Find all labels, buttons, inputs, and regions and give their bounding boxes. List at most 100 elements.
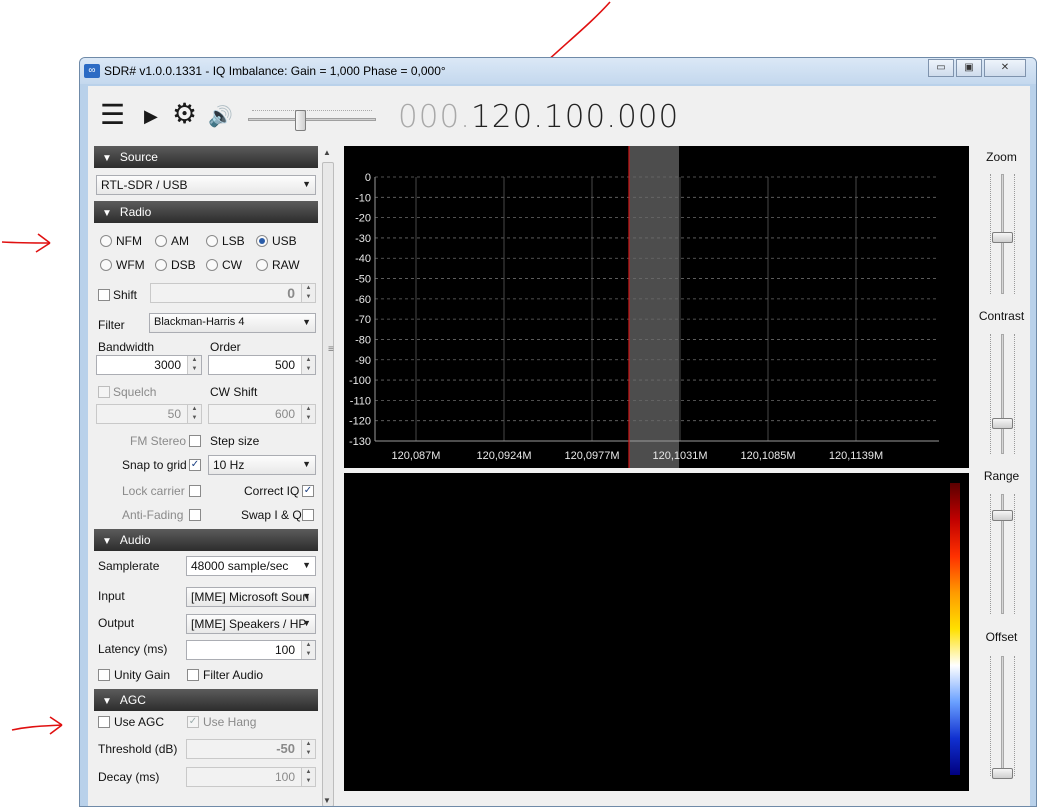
snap-checkbox[interactable]: ✓ xyxy=(189,459,201,471)
spectrum-y-tick-label: -120 xyxy=(349,416,371,428)
scroll-down-icon[interactable]: ▼ xyxy=(323,796,331,805)
chevron-down-icon: ▼ xyxy=(302,591,311,601)
correctiq-checkbox[interactable]: ✓ xyxy=(302,485,314,497)
contrast-track[interactable] xyxy=(1001,334,1004,454)
sdr-window: ∞ SDR# v1.0.0.1331 - IQ Imbalance: Gain … xyxy=(79,57,1037,807)
shift-field[interactable]: 0 ▲ ▼ xyxy=(150,283,316,303)
decay-field[interactable]: 100 ▲ ▼ xyxy=(186,767,316,787)
filteraudio-checkbox[interactable] xyxy=(187,669,199,681)
panel-scrollbar[interactable]: ▲ ▼ xyxy=(320,146,336,806)
spectrum-analyzer[interactable]: 0 -10 -20 -30 -40 -50 -60 -70 -80 -90 -100 -110 -120… xyxy=(344,146,969,468)
mode-radio-raw[interactable] xyxy=(256,259,268,271)
antifading-label: Anti-Fading xyxy=(122,508,184,522)
source-header[interactable]: ▼ Source xyxy=(94,146,318,168)
offset-slider-knob[interactable] xyxy=(992,768,1013,779)
collapse-triangle-icon: ▼ xyxy=(102,696,112,707)
spectrum-x-tick-label: 120,0924M xyxy=(476,450,531,462)
shift-checkbox[interactable] xyxy=(98,289,110,301)
offset-track[interactable] xyxy=(1001,656,1004,776)
annotation-arrow-radio xyxy=(1,233,51,253)
collapse-triangle-icon: ▼ xyxy=(102,536,112,547)
waterfall-color-scale xyxy=(950,483,960,775)
antifading-checkbox[interactable] xyxy=(189,509,201,521)
range-slider-knob[interactable] xyxy=(992,510,1013,521)
minimize-button[interactable]: ▭ xyxy=(928,59,954,77)
lockcarrier-checkbox[interactable] xyxy=(189,485,201,497)
contrast-slider-knob[interactable] xyxy=(992,418,1013,429)
samplerate-select-value: 48000 sample/sec xyxy=(191,559,289,573)
spectrum-x-tick-label: 120,1139M xyxy=(829,450,883,462)
latency-field[interactable]: 100 ▲ ▼ xyxy=(186,640,316,660)
mode-radio-cw[interactable] xyxy=(206,259,218,271)
waterfall-display[interactable] xyxy=(344,473,969,791)
cwshift-field[interactable]: 600 ▲ ▼ xyxy=(208,404,316,424)
spinner-arrows-icon[interactable]: ▲ ▼ xyxy=(301,356,315,374)
zoom-slider-knob[interactable] xyxy=(992,232,1013,243)
mode-radio-wfm[interactable] xyxy=(100,259,112,271)
order-label: Order xyxy=(210,340,241,354)
spinner-arrows-icon[interactable]: ▲ ▼ xyxy=(187,405,201,423)
volume-slider-knob[interactable] xyxy=(295,110,306,131)
mode-radio-nfm[interactable] xyxy=(100,235,112,247)
agc-header[interactable]: ▼ AGC xyxy=(94,689,318,711)
decay-value: 100 xyxy=(274,770,295,784)
gear-icon[interactable]: ⚙ xyxy=(172,100,197,128)
filter-select[interactable]: Blackman-Harris 4 ▼ xyxy=(149,313,316,333)
audio-header[interactable]: ▼ Audio xyxy=(94,529,318,551)
spinner-arrows-icon[interactable]: ▲ ▼ xyxy=(301,284,315,302)
play-icon[interactable]: ▶ xyxy=(144,106,158,127)
threshold-field[interactable]: -50 ▲ ▼ xyxy=(186,739,316,759)
speaker-icon[interactable]: 🔊 xyxy=(208,104,233,129)
useagc-checkbox[interactable] xyxy=(98,716,110,728)
spinner-arrows-icon[interactable]: ▲ ▼ xyxy=(301,405,315,423)
spectrum-y-tick-label: -70 xyxy=(355,314,371,326)
menu-icon[interactable]: ☰ xyxy=(100,101,125,129)
maximize-button[interactable]: ▣ xyxy=(956,59,982,77)
cwshift-label: CW Shift xyxy=(210,385,258,399)
input-select-value: [MME] Microsoft Soun xyxy=(191,590,310,604)
frequency-display[interactable]: 000.120.100.000 xyxy=(398,99,679,135)
usehang-checkbox[interactable]: ✓ xyxy=(187,716,199,728)
input-select[interactable]: [MME] Microsoft Soun ▼ xyxy=(186,587,316,607)
volume-slider[interactable] xyxy=(248,110,376,132)
output-select-value: [MME] Speakers / HP xyxy=(191,617,307,631)
samplerate-select[interactable]: 48000 sample/sec ▼ xyxy=(186,556,316,576)
source-select[interactable]: RTL-SDR / USB ▼ xyxy=(96,175,316,195)
spectrum-x-tick-label: 120,1085M xyxy=(740,450,795,462)
mode-radio-usb[interactable] xyxy=(256,235,268,247)
squelch-field[interactable]: 50 ▲ ▼ xyxy=(96,404,202,424)
mode-label-nfm: NFM xyxy=(116,234,142,248)
mode-radio-lsb[interactable] xyxy=(206,235,218,247)
radio-header-label: Radio xyxy=(119,205,152,219)
spinner-arrows-icon[interactable]: ▲ ▼ xyxy=(301,740,315,758)
order-field[interactable]: 500 ▲ ▼ xyxy=(208,355,316,375)
splitter-grip-icon[interactable]: ≡ xyxy=(328,344,334,355)
scroll-up-icon[interactable]: ▲ xyxy=(323,148,331,157)
cwshift-value: 600 xyxy=(274,407,295,421)
close-button[interactable]: ✕ xyxy=(984,59,1026,77)
mode-radio-am[interactable] xyxy=(155,235,167,247)
fmstereo-checkbox[interactable] xyxy=(189,435,201,447)
stepsize-select[interactable]: 10 Hz ▼ xyxy=(208,455,316,475)
spectrum-plot[interactable]: 0 -10 -20 -30 -40 -50 -60 -70 -80 -90 -100 -110 -120… xyxy=(344,146,969,468)
radio-header[interactable]: ▼ Radio xyxy=(94,201,318,223)
collapse-triangle-icon: ▼ xyxy=(102,153,112,164)
output-select[interactable]: [MME] Speakers / HP ▼ xyxy=(186,614,316,634)
bandwidth-value: 3000 xyxy=(154,358,181,372)
bandwidth-field[interactable]: 3000 ▲ ▼ xyxy=(96,355,202,375)
filteraudio-label: Filter Audio xyxy=(203,668,264,682)
shift-value: 0 xyxy=(287,285,295,301)
mode-radio-dsb[interactable] xyxy=(155,259,167,271)
squelch-checkbox[interactable] xyxy=(98,386,110,398)
swapiq-checkbox[interactable] xyxy=(302,509,314,521)
spinner-arrows-icon[interactable]: ▲ ▼ xyxy=(301,641,315,659)
unitygain-checkbox[interactable] xyxy=(98,669,110,681)
spinner-arrows-icon[interactable]: ▲ ▼ xyxy=(187,356,201,374)
filter-select-value: Blackman-Harris 4 xyxy=(154,316,245,328)
panel-scrollbar-thumb[interactable] xyxy=(322,162,334,806)
spinner-arrows-icon[interactable]: ▲ ▼ xyxy=(301,768,315,786)
spectrum-y-tick-label: -100 xyxy=(349,375,371,387)
spectrum-y-tick-label: -40 xyxy=(355,253,371,265)
mode-label-raw: RAW xyxy=(272,258,300,272)
contrast-label: Contrast xyxy=(978,309,1025,323)
